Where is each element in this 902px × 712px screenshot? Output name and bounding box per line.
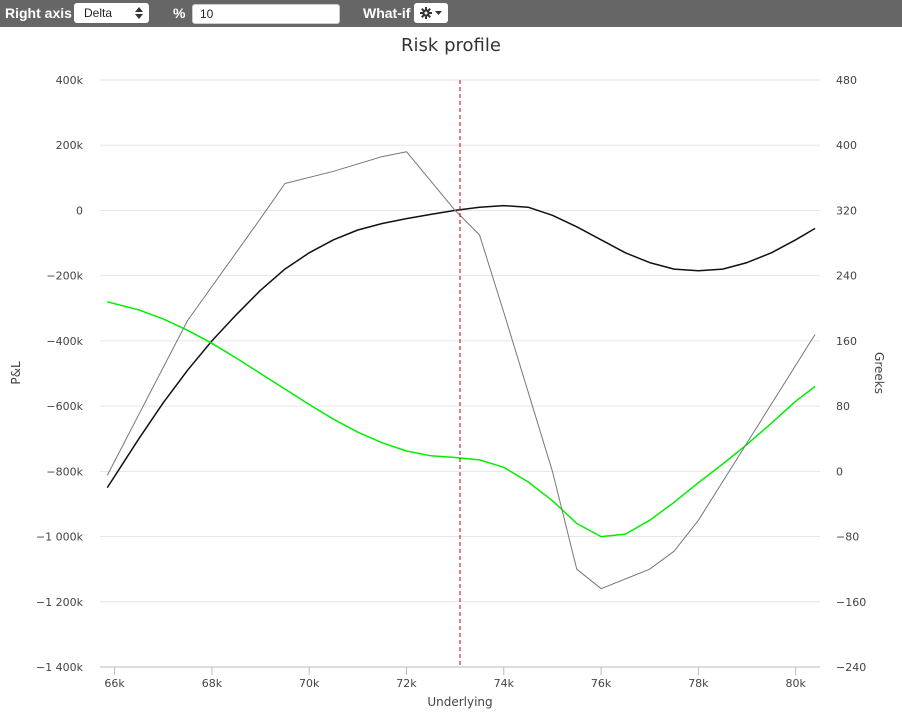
x-tick-label: 72k: [396, 677, 417, 690]
series-group: [106, 151, 816, 590]
y-axis-label: P&L: [9, 361, 23, 385]
y-tick-label: −600k: [46, 400, 83, 413]
y-tick-label: −1 200k: [36, 596, 84, 609]
y2-axis-label: Greeks: [872, 352, 886, 394]
y-tick-label: −200k: [46, 270, 83, 283]
y2-tick-label: 320: [836, 204, 857, 217]
y-tick-label: −1 400k: [36, 661, 84, 674]
series-line-3: [106, 151, 816, 590]
y2-tick-label: 0: [836, 465, 843, 478]
x-tick-label: 80k: [785, 677, 806, 690]
x-tick-label: 70k: [299, 677, 320, 690]
y2-tick-label: −80: [836, 531, 859, 544]
series-line-1: [106, 204, 816, 489]
risk-profile-chart: Risk profile 400k 200k 0 −200k −400k −600k −80…: [9, 35, 886, 709]
x-axis-label: Underlying: [427, 695, 492, 709]
y2-tick-label: 240: [836, 270, 857, 283]
y-tick-label: 400k: [56, 74, 84, 87]
y2-axis-ticks: 480 400 320 240 160 80 0 −80 −160 −240: [836, 74, 866, 674]
y-tick-label: −1 000k: [36, 531, 84, 544]
x-tick-label: 78k: [688, 677, 709, 690]
y2-tick-label: 160: [836, 335, 857, 348]
series-line-2: [107, 301, 816, 538]
y2-tick-label: −240: [836, 661, 866, 674]
chart-title: Risk profile: [401, 35, 501, 56]
x-axis-ticks: 66k 68k 70k 72k 74k 76k 78k 80k: [104, 667, 806, 690]
x-tick-label: 76k: [591, 677, 612, 690]
y-tick-label: 200k: [56, 139, 84, 152]
y2-tick-label: −160: [836, 596, 866, 609]
y2-tick-label: 80: [836, 400, 850, 413]
y-tick-label: 0: [76, 204, 83, 217]
x-tick-label: 66k: [104, 677, 125, 690]
y2-tick-label: 480: [836, 74, 857, 87]
y-tick-label: −800k: [46, 465, 83, 478]
y-axis-ticks: 400k 200k 0 −200k −400k −600k −800k −1 000k −1 2…: [36, 74, 84, 674]
x-tick-label: 74k: [494, 677, 515, 690]
y2-tick-label: 400: [836, 139, 857, 152]
x-tick-label: 68k: [202, 677, 223, 690]
y-tick-label: −400k: [46, 335, 83, 348]
